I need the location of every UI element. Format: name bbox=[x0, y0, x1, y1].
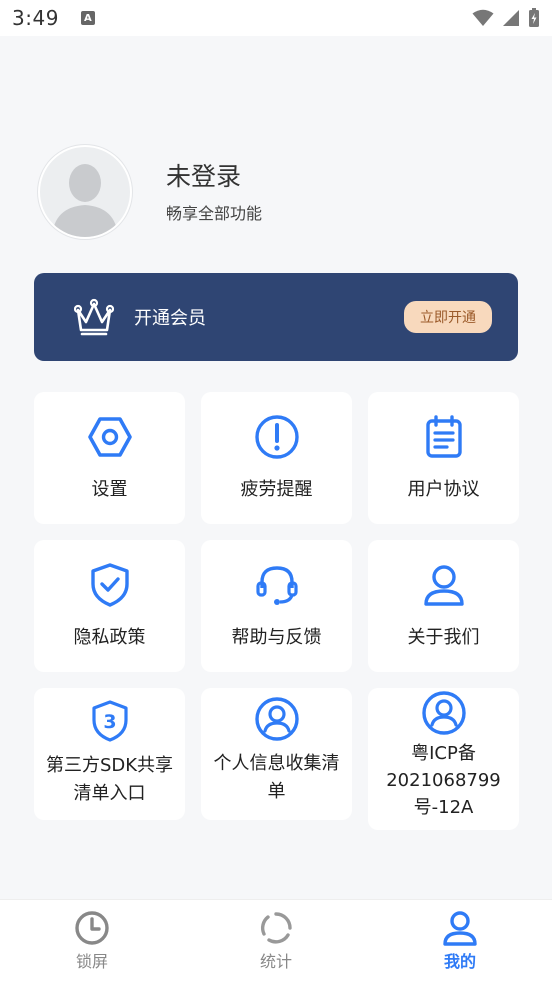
wifi-icon bbox=[472, 9, 494, 26]
notification-icon: A bbox=[80, 11, 95, 25]
shield-number-icon: 3 bbox=[91, 700, 128, 742]
profile-header[interactable]: 未登录 畅享全部功能 bbox=[38, 144, 262, 240]
status-indicators bbox=[472, 8, 540, 28]
bottom-tab-bar: 锁屏 统计 我的 bbox=[0, 899, 552, 983]
headset-icon bbox=[255, 566, 298, 605]
menu-item-label: 关于我们 bbox=[407, 627, 480, 648]
tab-label: 统计 bbox=[259, 952, 292, 971]
user-circle-icon bbox=[421, 691, 466, 735]
menu-item-icp-record[interactable]: 粤ICP备2021068799号-12A bbox=[368, 688, 519, 830]
icp-record-label: 粤ICP备2021068799号-12A bbox=[386, 743, 501, 818]
menu-item-label: 个人信息收集清单 bbox=[213, 753, 340, 802]
settings-hexagon-icon bbox=[87, 417, 132, 457]
menu-item-label: 用户协议 bbox=[407, 479, 480, 500]
vip-banner[interactable]: 开通会员 立即开通 bbox=[34, 273, 518, 361]
menu-item-label: 第三方SDK共享清单入口 bbox=[45, 755, 174, 804]
menu-item-user-agreement[interactable]: 用户协议 bbox=[368, 392, 519, 524]
menu-grid: 设置 疲劳提醒 用户协议 隐私政策 帮助与反馈 关于我们 3 第三方SDK共享清… bbox=[34, 392, 519, 830]
menu-item-help-feedback[interactable]: 帮助与反馈 bbox=[201, 540, 352, 672]
tab-lock-screen[interactable]: 锁屏 bbox=[0, 900, 184, 983]
menu-item-third-party-sdk[interactable]: 3 第三方SDK共享清单入口 bbox=[34, 688, 185, 820]
clock-icon bbox=[75, 911, 109, 945]
menu-item-settings[interactable]: 设置 bbox=[34, 392, 185, 524]
avatar[interactable] bbox=[38, 145, 132, 239]
document-icon bbox=[425, 415, 462, 458]
default-avatar-icon bbox=[52, 164, 118, 237]
stats-ring-icon bbox=[260, 912, 292, 944]
status-time: 3:49 bbox=[12, 6, 59, 30]
menu-item-label: 隐私政策 bbox=[73, 627, 146, 648]
activate-vip-button[interactable]: 立即开通 bbox=[404, 301, 492, 333]
svg-text:3: 3 bbox=[103, 711, 116, 733]
profile-icon bbox=[443, 911, 477, 946]
menu-item-about-us[interactable]: 关于我们 bbox=[368, 540, 519, 672]
menu-item-privacy-policy[interactable]: 隐私政策 bbox=[34, 540, 185, 672]
tab-mine[interactable]: 我的 bbox=[368, 900, 552, 983]
alert-circle-icon bbox=[254, 415, 299, 459]
menu-item-label: 帮助与反馈 bbox=[231, 627, 322, 648]
menu-item-label: 设置 bbox=[91, 479, 128, 500]
menu-item-personal-info-list[interactable]: 个人信息收集清单 bbox=[201, 688, 352, 820]
login-status[interactable]: 未登录 bbox=[166, 160, 262, 194]
shield-check-icon bbox=[90, 563, 129, 607]
tab-label: 我的 bbox=[443, 952, 476, 971]
battery-icon bbox=[529, 8, 539, 27]
profile-subtitle: 畅享全部功能 bbox=[166, 204, 263, 223]
vip-title: 开通会员 bbox=[134, 308, 206, 329]
signal-icon bbox=[503, 10, 519, 26]
tab-label: 锁屏 bbox=[75, 952, 108, 971]
menu-item-label: 疲劳提醒 bbox=[240, 479, 313, 500]
user-circle-icon bbox=[254, 697, 299, 741]
tab-statistics[interactable]: 统计 bbox=[184, 900, 368, 983]
crown-icon bbox=[74, 298, 114, 336]
status-bar: 3:49 A bbox=[0, 0, 552, 36]
user-icon bbox=[423, 565, 464, 606]
menu-item-fatigue-reminder[interactable]: 疲劳提醒 bbox=[201, 392, 352, 524]
